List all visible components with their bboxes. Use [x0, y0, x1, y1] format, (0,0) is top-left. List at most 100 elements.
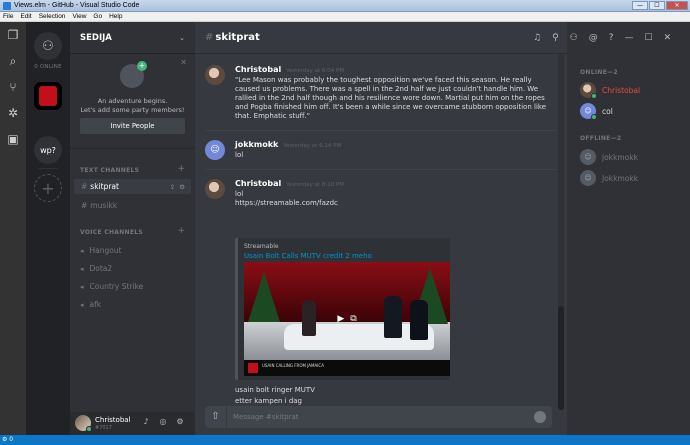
upload-icon[interactable]: ⇧ — [205, 406, 227, 428]
message-text: lol — [235, 190, 244, 198]
member-name: jokkmokk — [602, 152, 638, 162]
message-author[interactable]: Christobal — [235, 179, 281, 188]
close-icon[interactable]: ✕ — [664, 33, 672, 43]
menu-selection[interactable]: Selection — [39, 13, 66, 20]
member-jokkmokk-2[interactable]: ☺ Jokkmokk — [580, 169, 688, 187]
chevron-down-icon: ⌄ — [179, 33, 185, 42]
offline-header: OFFLINE—2 — [580, 135, 622, 142]
status-bar: ⚙ 0 — [0, 435, 690, 445]
voice-channel-hangout[interactable]: ◂ Hangout — [80, 246, 122, 255]
user-discriminator: #7017 — [95, 425, 112, 431]
search-icon[interactable]: ⌕ — [0, 48, 26, 74]
invite-prompt: ✕ + An adventure begins. Let's add some … — [76, 56, 189, 140]
window-title-bar: Views.elm - GitHub - Visual Studio Code … — [0, 0, 690, 12]
chat-scrollbar[interactable] — [558, 54, 564, 410]
message-divider — [205, 169, 557, 170]
video-embed: Streamable Usain Bolt Calls MUTV credit … — [235, 238, 450, 380]
video-thumbnail[interactable]: ▶ ⧉ USAIN CALLING FROM JAMAICA — [244, 262, 450, 376]
online-count: 0 ONLINE — [34, 64, 62, 70]
close-window-button[interactable]: ✕ — [666, 1, 688, 10]
scrollbar-thumb[interactable] — [558, 306, 564, 410]
debug-icon[interactable]: ✲ — [0, 100, 26, 126]
microphone-icon[interactable]: ♪ — [140, 417, 152, 429]
message-timestamp: Yesterday at 6:14 PM — [283, 143, 342, 149]
discord-default-avatar-icon[interactable]: ☺ — [205, 140, 225, 160]
menu-help[interactable]: Help — [109, 13, 122, 20]
message-composer[interactable]: ⇧ Message #skitprat — [205, 406, 552, 428]
mention-icon[interactable]: @ — [589, 33, 598, 43]
maximize-icon[interactable]: ☐ — [645, 33, 653, 43]
members-icon[interactable]: ⚇ — [570, 33, 578, 43]
member-col[interactable]: ☺ col — [580, 102, 688, 120]
header-toolbar: ♫ ⚲ ⚇ @ ? — ☐ ✕ — [530, 22, 690, 54]
menu-view[interactable]: View — [72, 13, 86, 20]
source-control-icon[interactable]: ⑂ — [0, 74, 26, 100]
party-illustration-icon: + — [120, 61, 147, 88]
composer-placeholder[interactable]: Message #skitprat — [233, 413, 299, 421]
message-text: etter kampen i dag — [235, 397, 303, 405]
menu-file[interactable]: File — [3, 13, 13, 20]
embed-title[interactable]: Usain Bolt Calls MUTV credit 2 meho — [244, 252, 372, 260]
maximize-button[interactable]: ☐ — [649, 1, 665, 10]
menu-edit[interactable]: Edit — [20, 13, 31, 20]
member-christobal[interactable]: Christobal — [580, 81, 688, 99]
help-icon[interactable]: ? — [609, 33, 614, 43]
pin-icon[interactable]: ⚲ — [552, 33, 559, 43]
message-timestamp: Yesterday at 8:10 PM — [286, 182, 345, 188]
channel-musikk[interactable]: # musikk — [74, 198, 191, 213]
menu-bar: File Edit Selection View Go Help — [0, 12, 690, 22]
server-fist-icon[interactable] — [34, 82, 62, 110]
chat-area: # skitprat Christobal Yesterday at 6:04 … — [195, 22, 567, 435]
channel-skitprat[interactable]: # skitprat ⇪ ⚙ — [74, 179, 191, 194]
member-name: Jokkmokk — [602, 173, 639, 183]
discord-default-avatar-icon: ☺ — [580, 103, 597, 120]
extensions-icon[interactable]: ▣ — [0, 126, 26, 152]
explorer-icon[interactable]: ❐ — [0, 22, 26, 48]
activity-bar: ❐ ⌕ ⑂ ✲ ▣ — [0, 22, 26, 435]
voice-channel-dota2[interactable]: ◂ Dota2 — [80, 264, 112, 273]
speaker-icon: ◂ — [80, 264, 84, 273]
friends-icon[interactable]: ⚇ — [34, 32, 62, 60]
discord-default-avatar-icon: ☺ — [580, 170, 596, 186]
close-icon[interactable]: ✕ — [180, 58, 187, 67]
emoji-icon[interactable] — [534, 411, 546, 423]
add-server-button[interactable]: + — [34, 174, 62, 202]
text-channels-header[interactable]: TEXT CHANNELS — [80, 167, 139, 174]
channel-label: musikk — [90, 201, 118, 210]
voice-channel-label: afk — [89, 300, 102, 309]
speaker-icon: ◂ — [80, 282, 84, 291]
user-settings-icon[interactable]: ⚙ — [174, 417, 186, 429]
avatar[interactable] — [205, 65, 225, 85]
invite-people-button[interactable]: Invite People — [80, 118, 185, 134]
message-author[interactable]: Christobal — [235, 65, 281, 74]
server-wp[interactable]: wp? — [34, 136, 62, 164]
voice-channel-afk[interactable]: ◂ afk — [80, 300, 101, 309]
headphones-icon[interactable]: ◎ — [157, 417, 169, 429]
avatar[interactable] — [205, 179, 225, 199]
bell-icon[interactable]: ♫ — [533, 33, 541, 43]
hash-icon: # — [81, 182, 88, 191]
add-voice-channel-icon[interactable]: + — [177, 226, 185, 236]
server-header[interactable]: SEDIJA ⌄ — [70, 22, 195, 54]
settings-icon[interactable]: ⚙ — [179, 183, 185, 191]
embed-provider[interactable]: Streamable — [244, 243, 279, 250]
minimize-button[interactable]: — — [632, 1, 648, 10]
menu-go[interactable]: Go — [93, 13, 102, 20]
channel-sidebar: SEDIJA ⌄ ✕ + An adventure begins. Let's … — [70, 22, 195, 435]
online-header: ONLINE—2 — [580, 69, 618, 76]
voice-channel-label: Dota2 — [89, 264, 113, 273]
invite-icon[interactable]: ⇪ — [170, 183, 175, 191]
play-icon[interactable]: ▶ — [337, 314, 344, 326]
message-divider — [205, 130, 557, 131]
voice-channel-country-strike[interactable]: ◂ Country Strike — [80, 282, 143, 291]
message-link[interactable]: https://streamable.com/fazdc — [235, 199, 555, 208]
open-external-icon[interactable]: ⧉ — [350, 314, 356, 326]
voice-channels-header[interactable]: VOICE CHANNELS — [80, 229, 143, 236]
invite-subtext: Let's add some party members! — [80, 106, 185, 114]
member-jokkmokk[interactable]: ☺ jokkmokk — [580, 148, 688, 166]
voice-channel-label: Country Strike — [89, 282, 144, 291]
status-item[interactable]: ⚙ 0 — [2, 436, 13, 443]
minimize-icon[interactable]: — — [625, 33, 634, 43]
message-author[interactable]: jokkmokk — [235, 140, 278, 149]
add-text-channel-icon[interactable]: + — [177, 164, 185, 174]
